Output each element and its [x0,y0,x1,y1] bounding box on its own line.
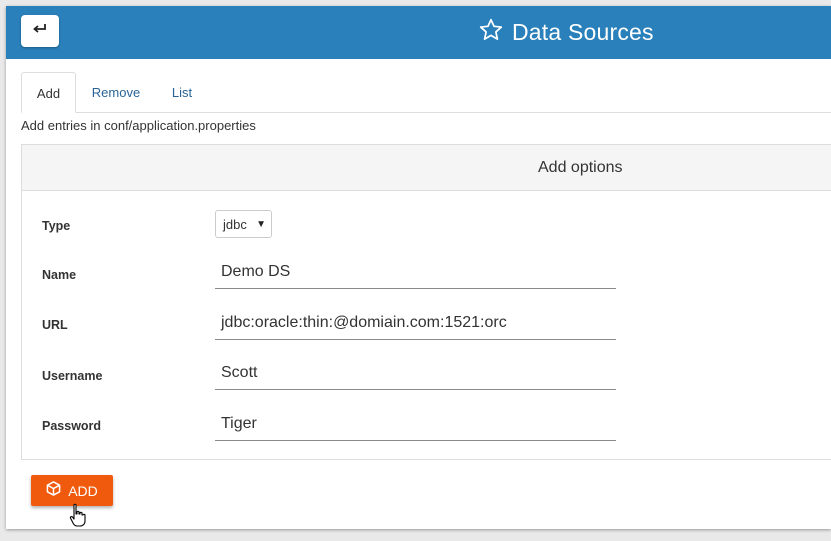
hand-pointer-icon [69,503,87,527]
add-options-panel: Add options Type jdbc ▼ Name Demo DS URL… [21,144,831,460]
app-window: Data Sources Add Remove List Add entries… [6,6,831,529]
name-field[interactable]: Demo DS [215,259,616,289]
add-button[interactable]: ADD [31,475,113,506]
page-title: Data Sources [512,18,654,45]
url-field-value: jdbc:oracle:thin:@domiain.com:1521:orc [221,314,507,331]
back-button[interactable] [21,15,59,47]
tab-list[interactable]: List [164,72,200,112]
back-arrow-icon [32,22,48,40]
name-field-value: Demo DS [221,263,291,280]
url-field[interactable]: jdbc:oracle:thin:@domiain.com:1521:orc [215,310,616,340]
chevron-down-icon: ▼ [256,219,266,230]
password-label: Password [42,419,102,433]
type-select-value: jdbc [223,217,247,232]
name-label: Name [42,268,77,282]
tab-remove[interactable]: Remove [85,72,147,112]
add-button-label: ADD [68,482,98,499]
username-label: Username [42,369,103,383]
tab-add[interactable]: Add [21,72,76,113]
config-hint: Add entries in conf/application.properti… [21,118,256,133]
title-group: Data Sources [478,16,654,48]
username-field-value: Scott [221,364,258,381]
type-select[interactable]: jdbc ▼ [215,210,272,238]
password-field-value: Tiger [221,415,257,432]
star-icon [478,17,504,48]
tab-bar: Add Remove List [21,72,831,113]
panel-title: Add options [538,159,623,176]
password-field[interactable]: Tiger [215,411,616,441]
type-label: Type [42,219,71,233]
url-label: URL [42,318,68,332]
panel-header: Add options [22,145,831,191]
header-bar: Data Sources [6,6,831,59]
username-field[interactable]: Scott [215,360,616,390]
cube-icon [46,480,61,501]
